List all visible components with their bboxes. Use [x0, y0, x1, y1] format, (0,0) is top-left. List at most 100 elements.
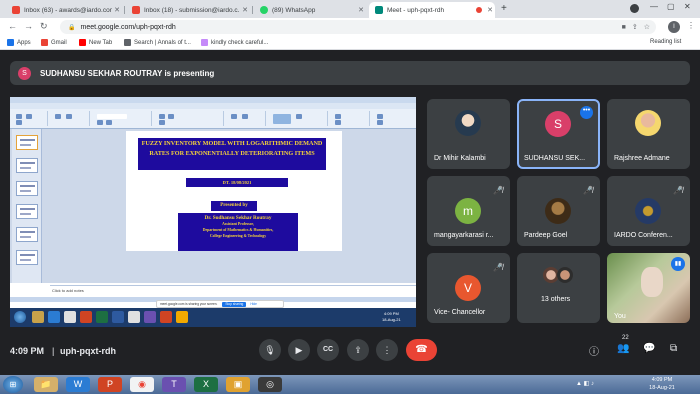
slide-date: DT. 18/08/2021 [186, 178, 288, 187]
info-icon[interactable]: ⓘ [589, 343, 599, 358]
system-clock[interactable]: 4:09 PM 18-Aug-21 [642, 376, 682, 392]
participant-tile[interactable]: 🎤̸ Pardeep Goel [517, 176, 600, 246]
bookmark-star-icon[interactable]: ☆ [644, 23, 650, 31]
participant-photo [635, 110, 661, 136]
excel-icon[interactable]: X [194, 377, 218, 392]
bookmark-kindly[interactable]: kindly check careful... [201, 39, 268, 46]
end-call-button[interactable]: ☎ [406, 339, 437, 361]
activities-icon[interactable]: ⧉ [670, 343, 677, 354]
new-tab-button[interactable]: + [501, 3, 507, 14]
camera-permission-icon[interactable]: ■ [622, 24, 626, 31]
current-slide: FUZZY INVENTORY MODEL WITH LOGARITHMIC D… [126, 131, 342, 251]
chrome-menu-icon[interactable]: ⋮ [687, 21, 695, 30]
tab-meet[interactable]: Meet - uph-pqxt-rdh ✕ [369, 2, 495, 18]
powerpoint-icon [80, 311, 92, 323]
mic-button[interactable]: 🎙 [259, 339, 281, 361]
powerpoint-icon[interactable]: P [98, 377, 122, 392]
apps-grid-icon [7, 39, 14, 46]
slide-thumb[interactable] [16, 204, 38, 219]
teams-icon[interactable]: T [162, 377, 186, 392]
stop-sharing-button[interactable]: Stop sharing [222, 301, 247, 307]
camera-button[interactable]: ▶ [288, 339, 310, 361]
profile-avatar[interactable]: I [668, 21, 680, 33]
present-button[interactable]: ⇪ [347, 339, 369, 361]
presenter-avatar: S [18, 66, 31, 80]
slide-presenter-block: Dr. Sudhansu Sekhar Routray Assistant Pr… [178, 213, 298, 251]
audio-level-icon: ▮▮ [671, 257, 685, 271]
participant-tile[interactable]: Dr Mihir Kalambi [427, 99, 510, 169]
share-icon[interactable]: ⇪ [632, 23, 638, 31]
word-icon[interactable]: W [66, 377, 90, 392]
more-options-button[interactable]: ⋮ [376, 339, 398, 361]
tab-whatsapp[interactable]: (89) WhatsApp ✕ [254, 2, 366, 18]
reading-list-button[interactable]: Reading list [650, 39, 681, 45]
participant-name: Pardeep Goel [524, 232, 568, 239]
app-icon[interactable]: ▣ [226, 377, 250, 392]
folder-icon [32, 311, 44, 323]
powerpoint-workspace: FUZZY INVENTORY MODEL WITH LOGARITHMIC D… [10, 129, 416, 283]
youtube-icon [79, 39, 86, 46]
browser-toolbar: ← → ↻ 🔒 meet.google.com/uph-pqxt-rdh ■ ⇪… [0, 18, 700, 36]
back-icon[interactable]: ← [8, 21, 17, 31]
mic-off-icon: 🎤̸ [493, 186, 503, 195]
participant-photo [635, 198, 661, 224]
close-tab-icon[interactable]: ✕ [356, 6, 366, 14]
page-icon [124, 39, 131, 46]
system-tray[interactable]: ▲ ◧ ♪ [576, 380, 594, 387]
slide-thumb[interactable] [16, 227, 38, 242]
lock-icon[interactable]: 🔒 [68, 24, 75, 31]
self-video-tile[interactable]: ▮▮ You [607, 253, 690, 323]
participant-tile-highlighted[interactable]: ••• S SUDHANSU SEK... [517, 99, 600, 169]
gmail-icon [132, 6, 140, 14]
chrome-icon[interactable]: ◉ [130, 377, 154, 392]
file-explorer-icon[interactable]: 📁 [34, 377, 58, 392]
slide-presenter-college: College Engineering & Technology [209, 234, 267, 238]
slide-thumb[interactable] [16, 158, 38, 173]
tab-search-icon[interactable] [630, 4, 639, 13]
forward-icon[interactable]: → [24, 21, 33, 31]
participant-name: Vice- Chancellor [434, 309, 486, 316]
participant-tile[interactable]: 🎤̸ IARDO Conferen... [607, 176, 690, 246]
slide-notes[interactable]: Click to add notes [50, 285, 416, 295]
maximize-icon[interactable]: ▢ [667, 2, 675, 11]
participant-photo [557, 267, 573, 283]
tab-inbox-awards[interactable]: Inbox (63) - awards@iardo.com ✕ [6, 2, 122, 18]
ribbon-group [268, 111, 328, 126]
tab-inbox-submission[interactable]: Inbox (18) - submission@iardo.c... ✕ [126, 2, 250, 18]
reload-icon[interactable]: ↻ [40, 21, 48, 32]
start-button[interactable]: ⊞ [3, 376, 23, 393]
minimize-icon[interactable]: — [650, 2, 658, 11]
tab-title: (89) WhatsApp [272, 6, 316, 14]
gmail-icon [12, 6, 20, 14]
bookmark-gmail[interactable]: Gmail [41, 39, 67, 46]
others-tile[interactable]: 13 others [517, 253, 600, 323]
bookmark-new-tab[interactable]: New Tab [79, 39, 112, 46]
participant-tile[interactable]: 🎤̸ V Vice- Chancellor [427, 253, 510, 323]
close-tab-icon[interactable]: ✕ [112, 6, 122, 14]
gmail-icon [41, 39, 48, 46]
people-icon[interactable]: 👥 [617, 343, 629, 354]
slide-thumb[interactable] [16, 250, 38, 265]
more-options-icon[interactable]: ••• [580, 106, 593, 119]
clock-time: 4:09 PM [651, 377, 673, 383]
close-tab-icon[interactable]: ✕ [240, 6, 250, 14]
close-tab-icon[interactable]: ✕ [485, 6, 495, 14]
address-bar[interactable]: 🔒 meet.google.com/uph-pqxt-rdh ■ ⇪ ☆ [60, 20, 656, 34]
bookmark-annals[interactable]: Search | Annals of t... [124, 39, 191, 46]
slide-thumb[interactable] [16, 181, 38, 196]
windows-taskbar: ⊞ 📁 W P ◉ T X ▣ ◎ ▲ ◧ ♪ 4:09 PM 18-Aug-2… [0, 375, 700, 394]
bookmark-apps[interactable]: Apps [7, 39, 31, 46]
camera-app-icon[interactable]: ◎ [258, 377, 282, 392]
bookmark-label: Apps [17, 39, 31, 46]
chat-icon[interactable]: 💬 [643, 343, 655, 354]
close-window-icon[interactable]: ✕ [684, 2, 691, 11]
ribbon-group [226, 111, 266, 126]
participant-avatar: m [455, 198, 481, 224]
hide-button[interactable]: Hide [250, 302, 257, 306]
url-text[interactable]: meet.google.com/uph-pqxt-rdh [80, 24, 621, 31]
participant-tile[interactable]: 🎤̸ m mangayarkarasi r... [427, 176, 510, 246]
slide-thumb[interactable] [16, 135, 38, 150]
participant-tile[interactable]: Rajshree Admane [607, 99, 690, 169]
captions-button[interactable]: CC [317, 339, 339, 361]
participant-photo [455, 110, 481, 136]
